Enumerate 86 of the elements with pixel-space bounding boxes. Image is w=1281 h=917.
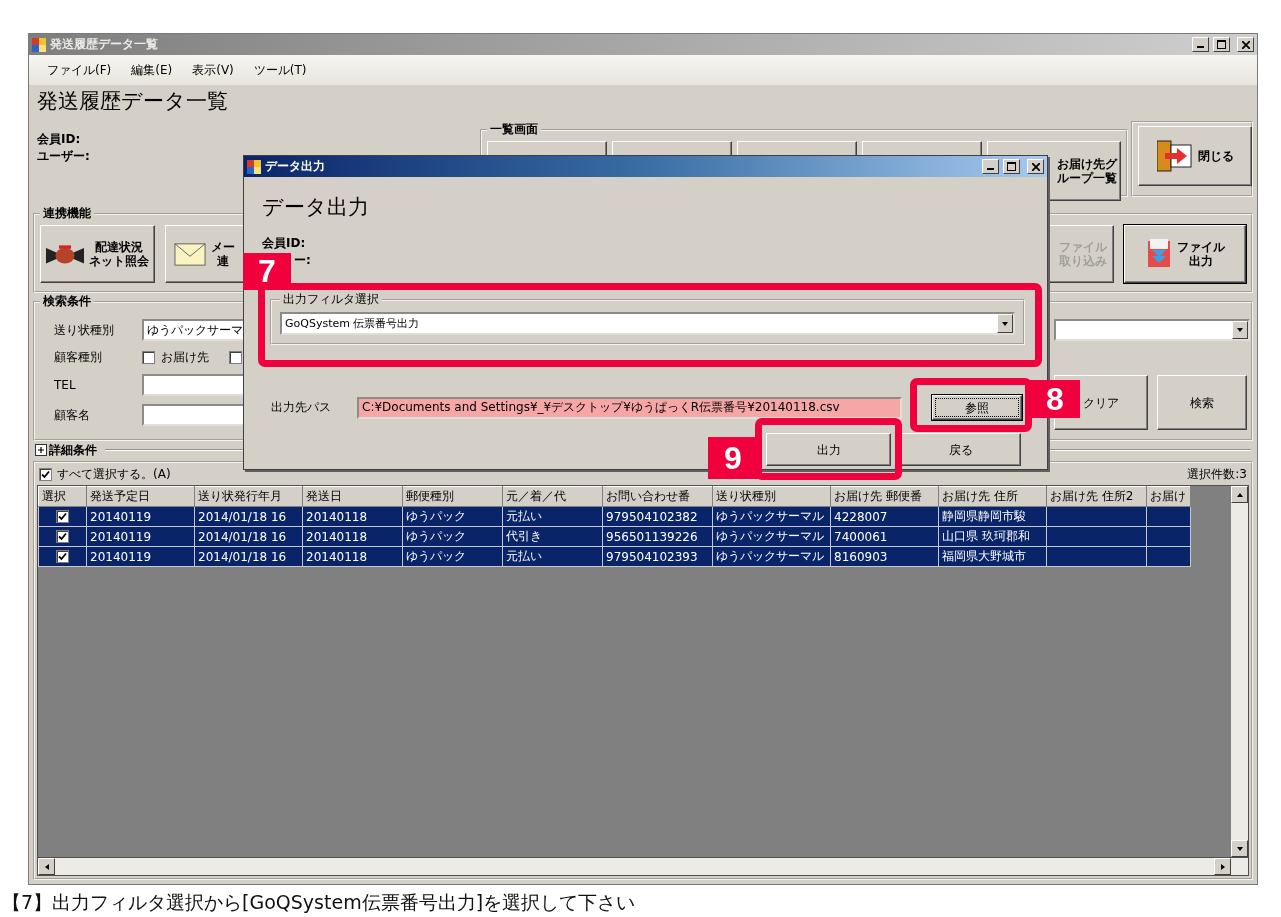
- menu-item[interactable]: 表示(V): [184, 58, 242, 82]
- checkbox[interactable]: [229, 351, 242, 364]
- minimize-button[interactable]: [1192, 37, 1209, 52]
- checkbox[interactable]: [56, 509, 69, 523]
- column-header[interactable]: お届け: [1146, 486, 1191, 507]
- column-header[interactable]: 送り状種別: [712, 486, 831, 507]
- select-all-checkbox[interactable]: [39, 468, 52, 481]
- menu-item[interactable]: 編集(E): [123, 58, 181, 82]
- envelope-icon: [174, 242, 206, 266]
- door-icon: [1156, 139, 1193, 173]
- dialog-title: データ出力: [265, 158, 326, 175]
- dropdown-icon: [1001, 319, 1009, 328]
- app-icon: [32, 37, 46, 52]
- step-badge: 8: [1030, 380, 1080, 418]
- checkbox[interactable]: [142, 351, 155, 364]
- field-label: 顧客名: [54, 406, 91, 424]
- maximize-icon: [1217, 40, 1226, 49]
- scroll-down-button[interactable]: [1231, 840, 1248, 857]
- vertical-scrollbar[interactable]: [1231, 486, 1248, 857]
- scroll-up-button[interactable]: [1231, 486, 1248, 503]
- toolbar-button[interactable]: 配達状況 ネット照会: [40, 225, 155, 283]
- column-header[interactable]: お届け先 住所: [938, 486, 1047, 507]
- group-label: 検索条件: [42, 293, 92, 310]
- path-field[interactable]: C:¥Documents and Settings¥_¥デスクトップ¥ゆうぱっくR伝票番号¥20140118.csv: [357, 396, 902, 419]
- group-label: 連携機能: [42, 205, 92, 222]
- expand-icon[interactable]: [35, 444, 47, 456]
- filter-dropdown[interactable]: GoQSystem 伝票番号出力: [280, 312, 1015, 335]
- minimize-button[interactable]: [982, 159, 999, 174]
- selection-count: 選択件数:3: [1187, 466, 1247, 483]
- column-header[interactable]: 郵便種別: [402, 486, 503, 507]
- group-label: 一覧画面: [489, 121, 539, 138]
- dialog-button[interactable]: 出力: [766, 433, 891, 466]
- column-header[interactable]: 送り状発行年月: [194, 486, 303, 507]
- column-header[interactable]: お届け先 住所2: [1046, 486, 1147, 507]
- dialog-button[interactable]: 戻る: [901, 433, 1021, 466]
- maximize-button[interactable]: [1003, 159, 1020, 174]
- page-heading: 発送履歴データ一覧: [37, 88, 229, 115]
- column-header[interactable]: 発送日: [302, 486, 403, 507]
- dropdown-icon: [1235, 844, 1244, 853]
- close-button[interactable]: [1027, 159, 1044, 174]
- search-button[interactable]: 検索: [1157, 375, 1247, 430]
- scroll-right-button[interactable]: [1214, 858, 1231, 875]
- minimize-icon: [987, 168, 994, 170]
- scroll-left-button[interactable]: [38, 858, 55, 875]
- dialog-heading: データ出力: [262, 194, 370, 221]
- minimize-icon: [1197, 46, 1204, 48]
- table-row[interactable]: 20140119 2014/01/18 16 20140118 ゆうパック 代引き 956501139226 ゆうパックサーマル 7400061 山口県 玖珂郡和: [38, 526, 1191, 547]
- arrow-icon: [1218, 862, 1227, 871]
- close-window-button[interactable]: 閉じる: [1138, 126, 1252, 186]
- checkbox-label: すべて選択する。(A): [57, 466, 171, 483]
- column-header[interactable]: 発送予定日: [86, 486, 195, 507]
- window-title: 発送履歴データ一覧: [50, 36, 159, 53]
- checkbox[interactable]: [56, 529, 69, 543]
- field-label: 出力先パス: [271, 399, 332, 416]
- step-badge: 7: [243, 253, 291, 290]
- column-header[interactable]: お問い合わせ番: [602, 486, 713, 507]
- column-header[interactable]: 元／着／代: [502, 486, 603, 507]
- toolbar-button[interactable]: ファイル 出力: [1124, 225, 1246, 283]
- table-row[interactable]: 20140119 2014/01/18 16 20140118 ゆうパック 元払い 979504102382 ゆうパックサーマル 4228007 静岡県静岡市駿: [38, 506, 1191, 527]
- dropdown-icon: [1236, 326, 1244, 334]
- close-icon: [1031, 162, 1040, 171]
- info-label: ー:: [294, 252, 312, 269]
- close-icon: [1241, 40, 1250, 49]
- field-label: 顧客種別: [54, 349, 103, 366]
- dropdown-field[interactable]: [1054, 319, 1250, 341]
- browse-button[interactable]: 参照: [932, 395, 1022, 420]
- field-label: 送り状種別: [54, 321, 115, 339]
- checkbox-label: お届け先: [161, 349, 209, 366]
- info-label: 会員ID:: [37, 131, 82, 148]
- maximize-icon: [1007, 162, 1016, 171]
- checkbox[interactable]: [56, 549, 69, 563]
- step-badge: 9: [708, 437, 758, 479]
- horizontal-scrollbar[interactable]: [37, 858, 1249, 876]
- close-button[interactable]: [1237, 37, 1254, 52]
- field-label: TEL: [54, 378, 77, 392]
- column-header[interactable]: 選択: [38, 486, 87, 507]
- download-icon: [1145, 239, 1172, 269]
- group-label: 出力フィルタ選択: [282, 291, 380, 308]
- column-header[interactable]: お届け先 郵便番: [830, 486, 939, 507]
- caption-text: 【7】出力フィルタ選択から[GoQSystem伝票番号出力]を選択して下さい: [2, 890, 637, 914]
- section-label: 詳細条件: [49, 441, 97, 459]
- maximize-button[interactable]: [1213, 37, 1230, 52]
- app-icon: [247, 159, 261, 174]
- menu-item[interactable]: ファイル(F): [39, 58, 120, 82]
- table-row[interactable]: 20140119 2014/01/18 16 20140118 ゆうパック 元払い 979504102393 ゆうパックサーマル 8160903 福岡県大野城市: [38, 546, 1191, 567]
- menu-item[interactable]: ツール(T): [245, 58, 315, 82]
